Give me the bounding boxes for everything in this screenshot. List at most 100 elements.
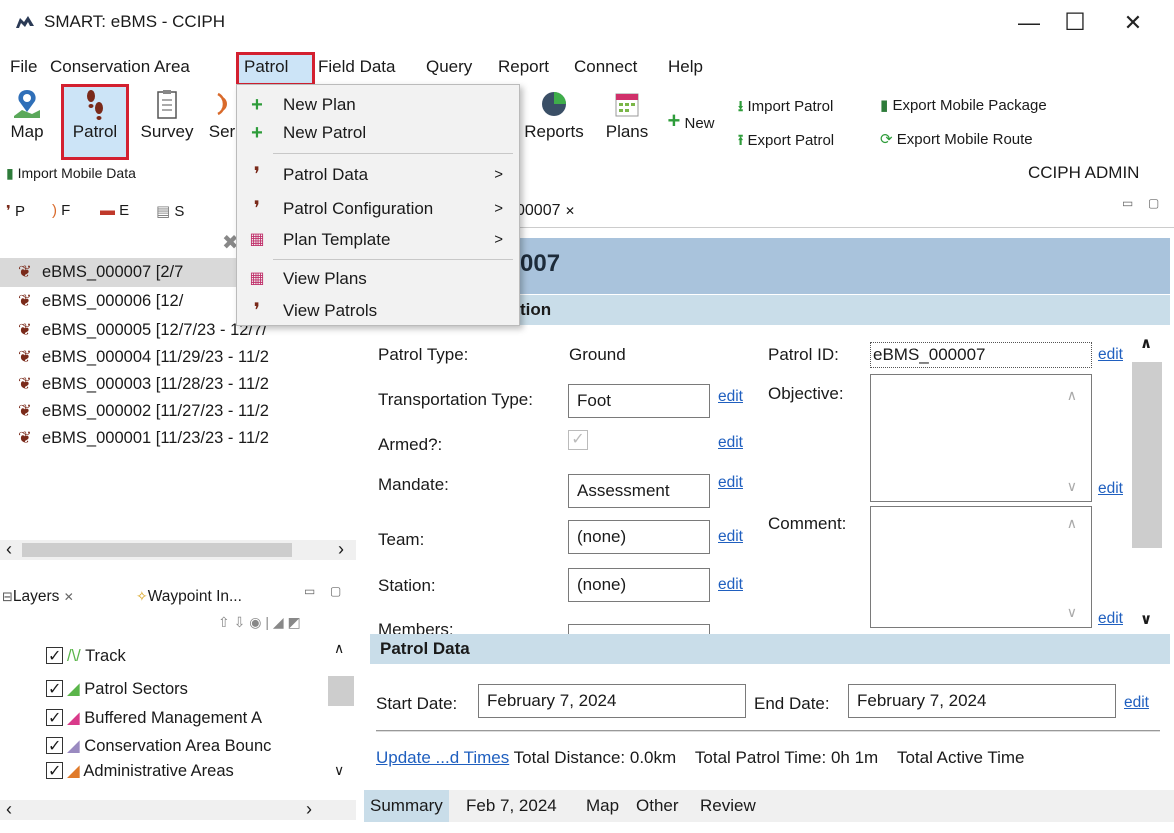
- scroll-right-icon[interactable]: ›: [338, 539, 344, 560]
- menu-item-new-plan[interactable]: + New Plan: [237, 91, 519, 119]
- map-button[interactable]: Map: [4, 88, 50, 142]
- tab-patrols-label: P: [15, 203, 26, 220]
- scroll-right-icon[interactable]: ›: [306, 799, 312, 820]
- menu-query[interactable]: Query: [426, 57, 472, 77]
- layer-checkbox[interactable]: [46, 734, 63, 760]
- scrollbar-thumb[interactable]: [328, 676, 354, 706]
- reports-button[interactable]: Reports: [516, 88, 592, 142]
- tab-patrols[interactable]: ❜ P: [6, 202, 25, 220]
- menu-patrol[interactable]: Patrol: [244, 57, 288, 77]
- tab-day[interactable]: Feb 7, 2024: [466, 790, 557, 822]
- list-item[interactable]: ❦ eBMS_000001 [11/23/23 - 11/2: [0, 424, 356, 453]
- patrol-button[interactable]: Patrol: [66, 88, 124, 142]
- tab-other[interactable]: Other: [636, 790, 679, 822]
- menu-item-patrol-configuration[interactable]: ❜ Patrol Configuration >: [237, 195, 519, 223]
- scroll-up-icon[interactable]: ∧: [334, 640, 344, 657]
- layer-reorder-icons[interactable]: ⇧ ⇩ ◉ | ◢ ◩: [218, 614, 301, 631]
- tab-entities[interactable]: ▬ E: [100, 202, 129, 219]
- minimize-button[interactable]: —: [1006, 8, 1052, 40]
- menu-conservation-area[interactable]: Conservation Area: [50, 57, 190, 77]
- tab-map[interactable]: Map: [586, 790, 619, 822]
- export-mobile-package-button[interactable]: ▮ Export Mobile Package: [880, 96, 1047, 114]
- tab-surveys[interactable]: ▤ S: [156, 202, 184, 220]
- tab-review[interactable]: Review: [700, 790, 756, 822]
- menu-file[interactable]: File: [10, 57, 37, 77]
- layer-item-admin-areas[interactable]: ◢ Administrative Areas: [46, 758, 234, 785]
- new-button[interactable]: + New: [656, 108, 726, 134]
- tab-field-data[interactable]: ) F: [52, 202, 70, 219]
- tab-summary[interactable]: Summary: [364, 790, 449, 822]
- edit-armed-link[interactable]: edit: [718, 434, 743, 452]
- edit-comment-link[interactable]: edit: [1098, 610, 1123, 628]
- layer-name: Administrative Areas: [83, 762, 234, 780]
- main-toolbar: Map Patrol Survey Ser Reports Plans + Ne…: [0, 84, 1174, 162]
- layers-h-scrollbar[interactable]: ‹ ›: [0, 799, 356, 820]
- close-button[interactable]: ✕: [1110, 8, 1156, 40]
- edit-patrol-id-link[interactable]: edit: [1098, 346, 1123, 364]
- list-item[interactable]: ❦ eBMS_000003 [11/28/23 - 11/2: [0, 370, 356, 399]
- layer-item-buffered[interactable]: ◢ Buffered Management A: [46, 705, 262, 732]
- edit-station-link[interactable]: edit: [718, 576, 743, 594]
- submenu-arrow-icon: >: [494, 166, 503, 183]
- footprints-icon: ❜: [253, 300, 261, 322]
- tab-layers[interactable]: ⊟Layers ✕: [2, 588, 74, 606]
- layer-checkbox[interactable]: [46, 759, 63, 785]
- plus-icon: +: [667, 108, 681, 133]
- layer-checkbox[interactable]: [46, 644, 63, 670]
- edit-objective-link[interactable]: edit: [1098, 480, 1123, 498]
- layer-item-track[interactable]: /\/ Track: [46, 643, 126, 670]
- maximize-panel-icon[interactable]: ▢: [330, 584, 341, 598]
- mobile-export-icon: ▮: [880, 97, 889, 114]
- maximize-button[interactable]: ☐: [1052, 8, 1098, 40]
- list-item[interactable]: ❦ eBMS_000004 [11/29/23 - 11/2: [0, 343, 356, 372]
- layer-item-patrol-sectors[interactable]: ◢ Patrol Sectors: [46, 676, 188, 703]
- plans-button[interactable]: Plans: [600, 88, 654, 142]
- info-v-scrollbar[interactable]: ∧ ∨: [1132, 334, 1162, 630]
- window-title: SMART: eBMS - CCIPH: [44, 12, 226, 31]
- menu-item-patrol-data[interactable]: ❜ Patrol Data >: [237, 161, 519, 189]
- patrol-menu-dropdown: + New Plan + New Patrol ❜ Patrol Data > ❜ Pat…: [236, 84, 520, 326]
- scrollbar-thumb[interactable]: [22, 543, 292, 557]
- menu-item-new-patrol[interactable]: + New Patrol: [237, 119, 519, 147]
- import-patrol-button[interactable]: ⭳ Import Patrol: [738, 96, 833, 121]
- layer-checkbox[interactable]: [46, 706, 63, 732]
- comment-label: Comment:: [768, 514, 847, 533]
- menu-item-view-plans[interactable]: ▦ View Plans: [237, 265, 519, 293]
- close-tab-icon[interactable]: ✕: [565, 204, 575, 218]
- scrollbar-thumb[interactable]: [1132, 362, 1162, 548]
- menu-item-view-patrols[interactable]: ❜ View Patrols: [237, 297, 519, 325]
- update-times-link[interactable]: Update ...d Times: [376, 748, 509, 767]
- close-tab-icon[interactable]: ✕: [64, 590, 74, 604]
- minimize-panel-icon[interactable]: ▭: [1122, 196, 1133, 210]
- edit-team-link[interactable]: edit: [718, 528, 743, 546]
- edit-transportation-link[interactable]: edit: [718, 388, 743, 406]
- edit-mandate-link[interactable]: edit: [718, 474, 743, 492]
- patrol-list-h-scrollbar[interactable]: ‹ ›: [0, 539, 356, 560]
- menu-help[interactable]: Help: [668, 57, 703, 77]
- layer-checkbox[interactable]: [46, 677, 63, 703]
- maximize-panel-icon[interactable]: ▢: [1148, 196, 1159, 210]
- menu-report[interactable]: Report: [498, 57, 549, 77]
- scroll-up-icon[interactable]: ∧: [1140, 334, 1152, 352]
- menu-connect[interactable]: Connect: [574, 57, 637, 77]
- import-mobile-data-button[interactable]: ▮ Import Mobile Data: [6, 165, 136, 182]
- export-mobile-route-button[interactable]: ⟳ Export Mobile Route: [880, 130, 1033, 148]
- editor-tab[interactable]: 00007 ✕: [516, 202, 575, 220]
- edit-dates-link[interactable]: edit: [1124, 694, 1149, 712]
- layer-item-conservation-boundary[interactable]: ◢ Conservation Area Bounc: [46, 733, 271, 760]
- armed-checkbox: ✓: [568, 430, 588, 450]
- scroll-down-icon[interactable]: ∨: [1140, 610, 1152, 628]
- layers-v-scrollbar[interactable]: ∧ ∨: [328, 640, 354, 780]
- scroll-left-icon[interactable]: ‹: [6, 539, 12, 560]
- scroll-down-icon[interactable]: ∨: [334, 762, 344, 779]
- minimize-panel-icon[interactable]: ▭: [304, 584, 315, 598]
- tab-waypoint-inspector[interactable]: ✧Waypoint In...: [136, 588, 242, 606]
- export-patrol-button[interactable]: ⭱ Export Patrol: [738, 130, 834, 155]
- menu-field-data[interactable]: Field Data: [318, 57, 395, 77]
- tab-waypoint-label: Waypoint In...: [147, 588, 242, 605]
- list-item[interactable]: ❦ eBMS_000002 [11/27/23 - 11/2: [0, 397, 356, 426]
- menu-item-plan-template[interactable]: ▦ Plan Template >: [237, 226, 519, 254]
- survey-button[interactable]: Survey: [134, 88, 200, 142]
- scroll-left-icon[interactable]: ‹: [6, 799, 12, 820]
- services-button[interactable]: Ser: [206, 88, 238, 142]
